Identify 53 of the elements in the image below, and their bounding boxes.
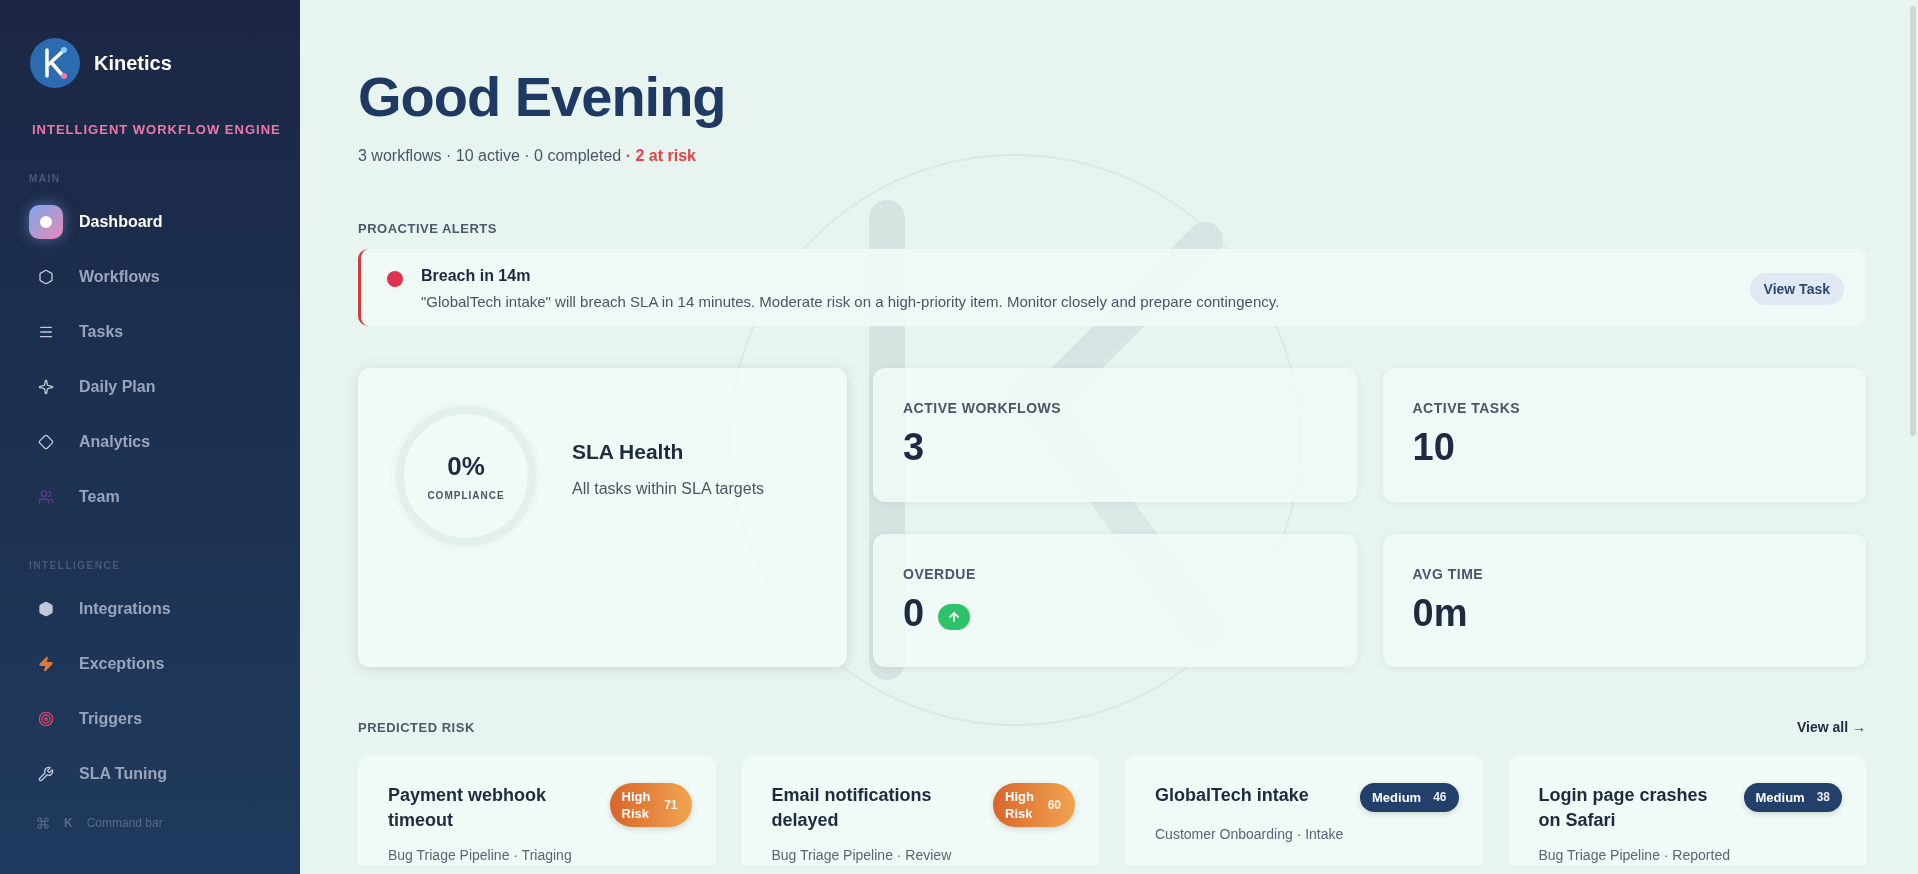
compliance-value: 0% [447,451,485,482]
stat-value: 3 [903,426,925,469]
nav-item[interactable]: Analytics [0,414,300,469]
view-all-link[interactable]: View all → [1797,719,1866,735]
nav-item[interactable]: SLA Tuning [0,746,300,801]
nav-item[interactable]: Tasks [0,304,300,359]
risk-title: Payment webhook timeout [388,784,548,832]
brand-name: Kinetics [94,51,172,75]
risk-card[interactable]: GlobalTech intake Medium 46 Customer Onboarding · Intake [1125,755,1483,865]
dashboard-icon [29,204,63,239]
risk-badge: Medium 38 [1743,783,1842,812]
stat-value: 10 [1412,426,1455,469]
risk-card[interactable]: Login page crashes on Safari Medium 38 Bug Triage Pipeline · Reported [1508,755,1866,865]
risk-meta: Bug Triage Pipeline · Triaging [388,847,573,863]
compliance-caption: COMPLIANCE [427,490,505,501]
nav-item[interactable]: Exceptions [0,636,300,691]
alert-title: Breach in 14m [421,267,532,285]
scrollbar[interactable] [1910,6,1916,436]
stat-label: ACTIVE TASKS [1412,400,1522,416]
stat-label: ACTIVE WORKFLOWS [903,400,1063,416]
risk-badge: High Risk 71 [609,783,692,827]
alert-message: "GlobalTech intake" will breach SLA in 14 minutes. Moderate risk on a high-priority item. Monitor closely and prepare contingency. [421,293,1281,310]
nav-item[interactable]: Daily Plan [0,359,300,414]
page-title: Good Evening [358,64,727,129]
risk-title: Login page crashes on Safari [1538,784,1709,832]
stat-label: OVERDUE [903,565,977,582]
tagline: INTELLIGENT WORKFLOW ENGINE [32,122,282,137]
view-task-button[interactable]: View Task [1749,272,1844,305]
nav-item[interactable]: Team [0,469,300,524]
risk-title: GlobalTech intake [1155,784,1309,807]
sla-title: SLA Health [572,440,685,464]
risk-title: Email notifications delayed [771,784,933,832]
risk-card[interactable]: Payment webhook timeout High Risk 71 Bug Triage Pipeline · Triaging [358,755,716,865]
nav-item[interactable]: Integrations [0,581,300,636]
risk-card[interactable]: Email notifications delayed High Risk 60 Bug Triage Pipeline · Review [741,755,1099,865]
stat-value: 0m [1412,591,1468,635]
risk-badge: High Risk 60 [993,783,1075,827]
risk-meta: Customer Onboarding · Intake [1155,826,1345,842]
summary-text: 3 workflows · 10 active · 0 completed · 2 at risk [358,147,697,165]
shortcut-key: K [64,816,73,830]
sla-subtitle: All tasks within SLA targets [572,480,765,498]
command-icon [36,816,50,830]
nav-item[interactable]: Triggers [0,691,300,746]
risk-meta: Bug Triage Pipeline · Review [771,847,953,863]
risk-badge: Medium 46 [1360,783,1459,812]
stat-label: AVG TIME [1412,565,1485,582]
logo-icon [30,38,80,88]
section-title: PROACTIVE ALERTS [358,221,497,236]
section-title: PREDICTED RISK [358,719,475,735]
nav-item[interactable]: Dashboard [0,194,300,249]
nav-item[interactable]: Workflows [0,249,300,304]
stat-value: 0 [903,591,925,635]
risk-meta: Bug Triage Pipeline · Reported [1538,847,1731,863]
